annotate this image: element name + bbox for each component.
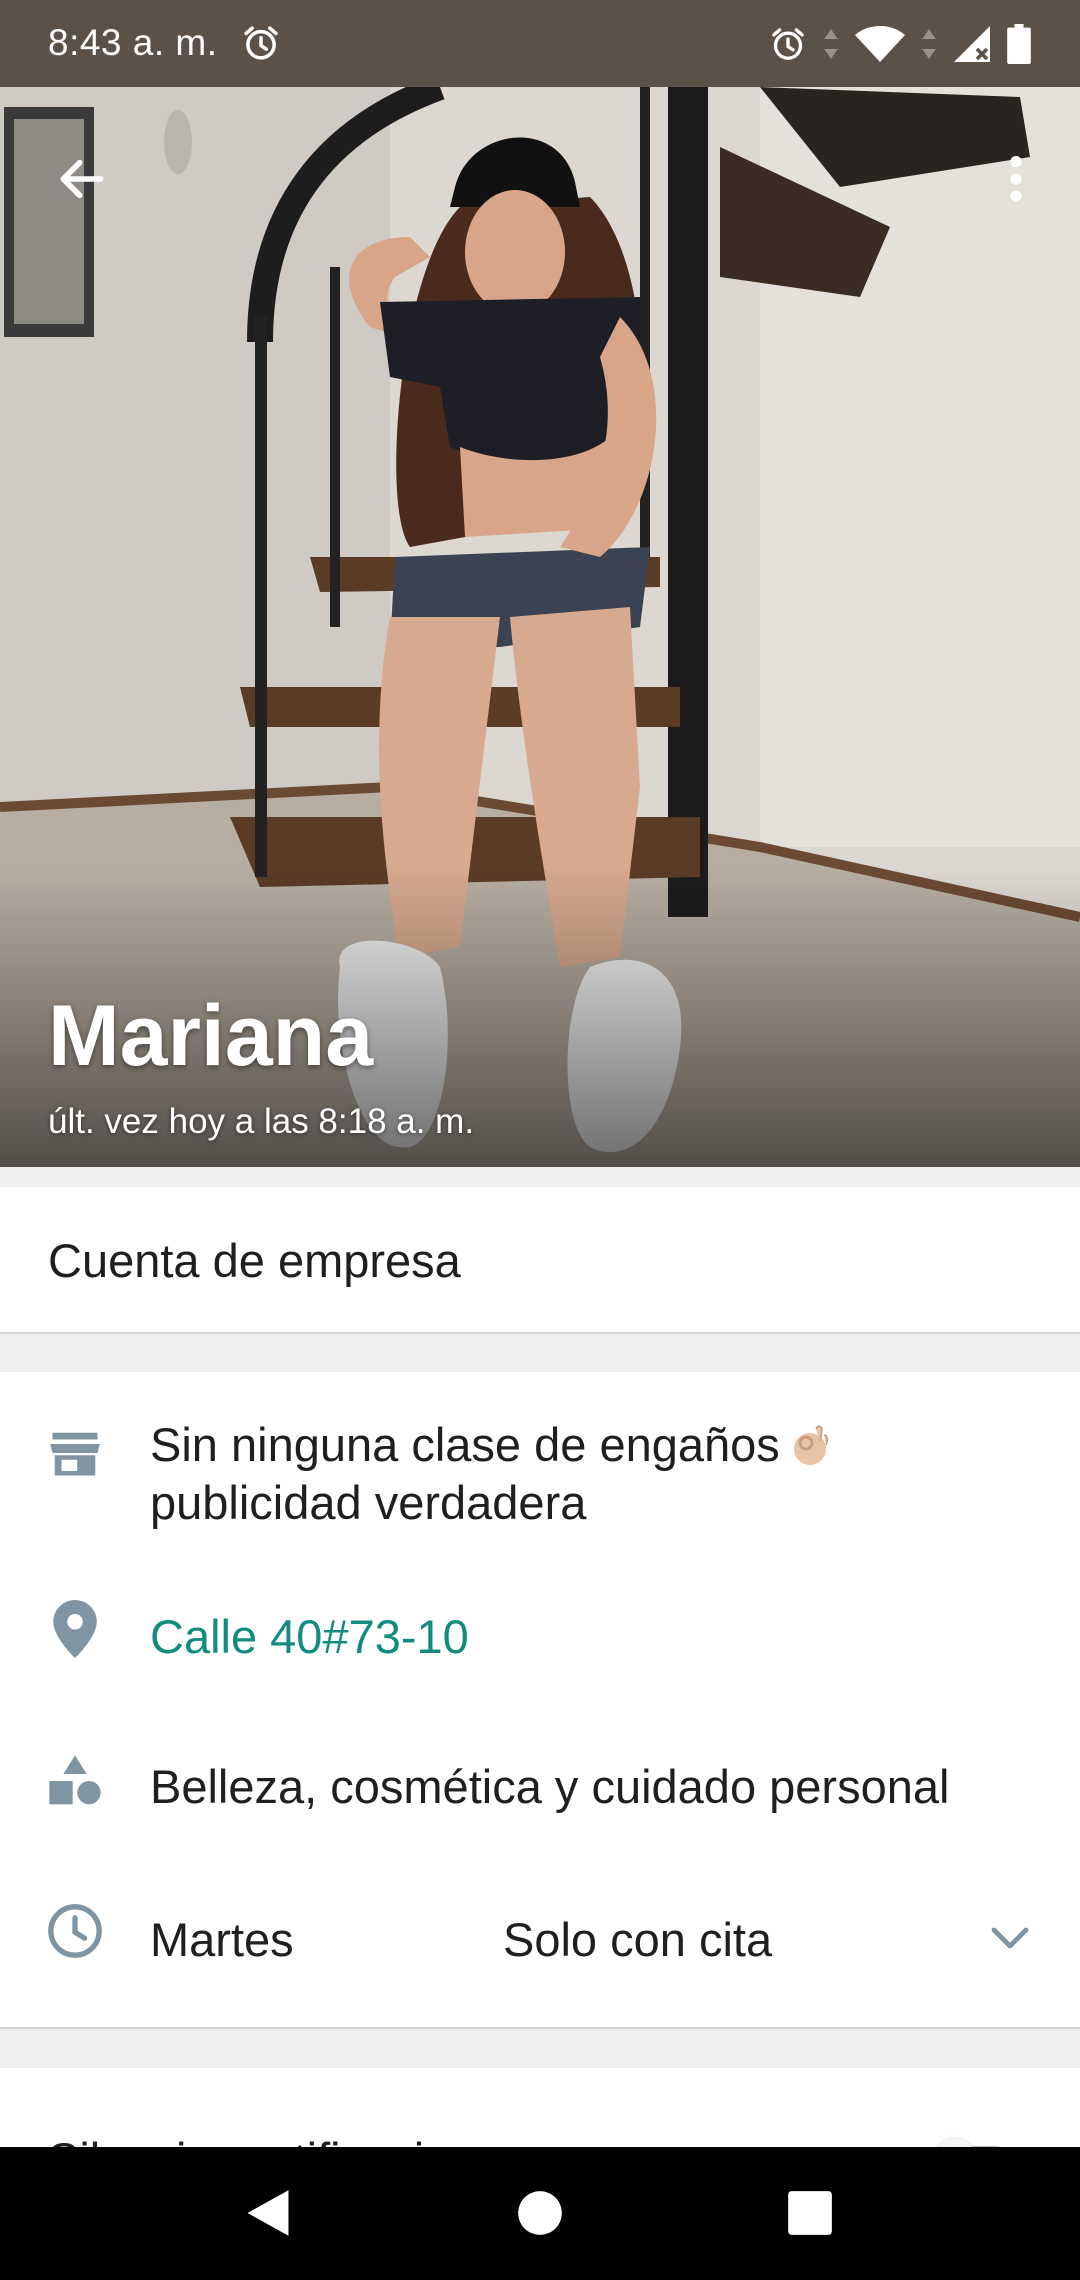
- location-pin-icon: [44, 1598, 106, 1660]
- more-vertical-icon: [1010, 156, 1022, 202]
- clock-icon: [44, 1900, 106, 1962]
- business-info-card: Sin ninguna clase de engaños publicidad …: [0, 1372, 1080, 2027]
- business-description: Sin ninguna clase de engaños publicidad …: [150, 1416, 1040, 1532]
- data-arrows-icon: [824, 29, 838, 59]
- battery-icon: [1007, 24, 1031, 64]
- recents-square-icon: [788, 2191, 832, 2235]
- address-row[interactable]: Calle 40#73-10: [0, 1598, 1080, 1678]
- chevron-down-icon[interactable]: [980, 1908, 1040, 1968]
- category-shapes-icon: [44, 1750, 106, 1812]
- alarm-icon: [244, 26, 278, 60]
- alarm-icon: [772, 28, 804, 60]
- arrow-left-icon: [60, 159, 104, 199]
- address-link[interactable]: Calle 40#73-10: [150, 1608, 1040, 1666]
- hours-day: Martes: [150, 1913, 294, 1966]
- contact-name: Mariana: [48, 988, 374, 1084]
- category-row: Belleza, cosmética y cuidado personal: [0, 1748, 1080, 1828]
- description-line2: publicidad verdadera: [150, 1476, 587, 1529]
- status-time: 8:43 a. m.: [48, 22, 218, 63]
- nav-back-button[interactable]: [232, 2177, 304, 2249]
- more-options-button[interactable]: [980, 137, 1052, 221]
- business-account-label: Cuenta de empresa: [48, 1234, 461, 1287]
- nav-home-button[interactable]: [504, 2177, 576, 2249]
- business-category: Belleza, cosmética y cuidado personal: [150, 1760, 950, 1813]
- wifi-icon: [855, 26, 905, 62]
- cell-signal-icon: [954, 26, 990, 62]
- description-line1: Sin ninguna clase de engaños: [150, 1418, 780, 1471]
- back-button[interactable]: [40, 137, 124, 221]
- ok-hand-emoji: [793, 1425, 828, 1465]
- contact-info-screen: 8:43 a. m. Mariana últ. vez hoy a las 8:…: [0, 0, 1080, 2280]
- status-icons: [768, 22, 1032, 66]
- nav-recents-button[interactable]: [774, 2177, 846, 2249]
- business-hours-row[interactable]: Martes Solo con cita: [0, 1898, 1080, 1978]
- navigation-bar: [0, 2147, 1080, 2280]
- hours-value: Solo con cita: [503, 1913, 773, 1966]
- last-seen-status: últ. vez hoy a las 8:18 a. m.: [48, 1102, 475, 1141]
- status-bar: 8:43 a. m.: [0, 0, 1080, 87]
- back-triangle-icon: [247, 2190, 289, 2236]
- home-circle-icon: [518, 2191, 562, 2235]
- data-arrows-icon: [922, 29, 936, 59]
- description-row: Sin ninguna clase de engaños publicidad …: [0, 1416, 1080, 1546]
- profile-photo[interactable]: Mariana últ. vez hoy a las 8:18 a. m.: [0, 87, 1080, 1167]
- store-icon: [44, 1422, 106, 1484]
- business-account-card: Cuenta de empresa: [0, 1187, 1080, 1332]
